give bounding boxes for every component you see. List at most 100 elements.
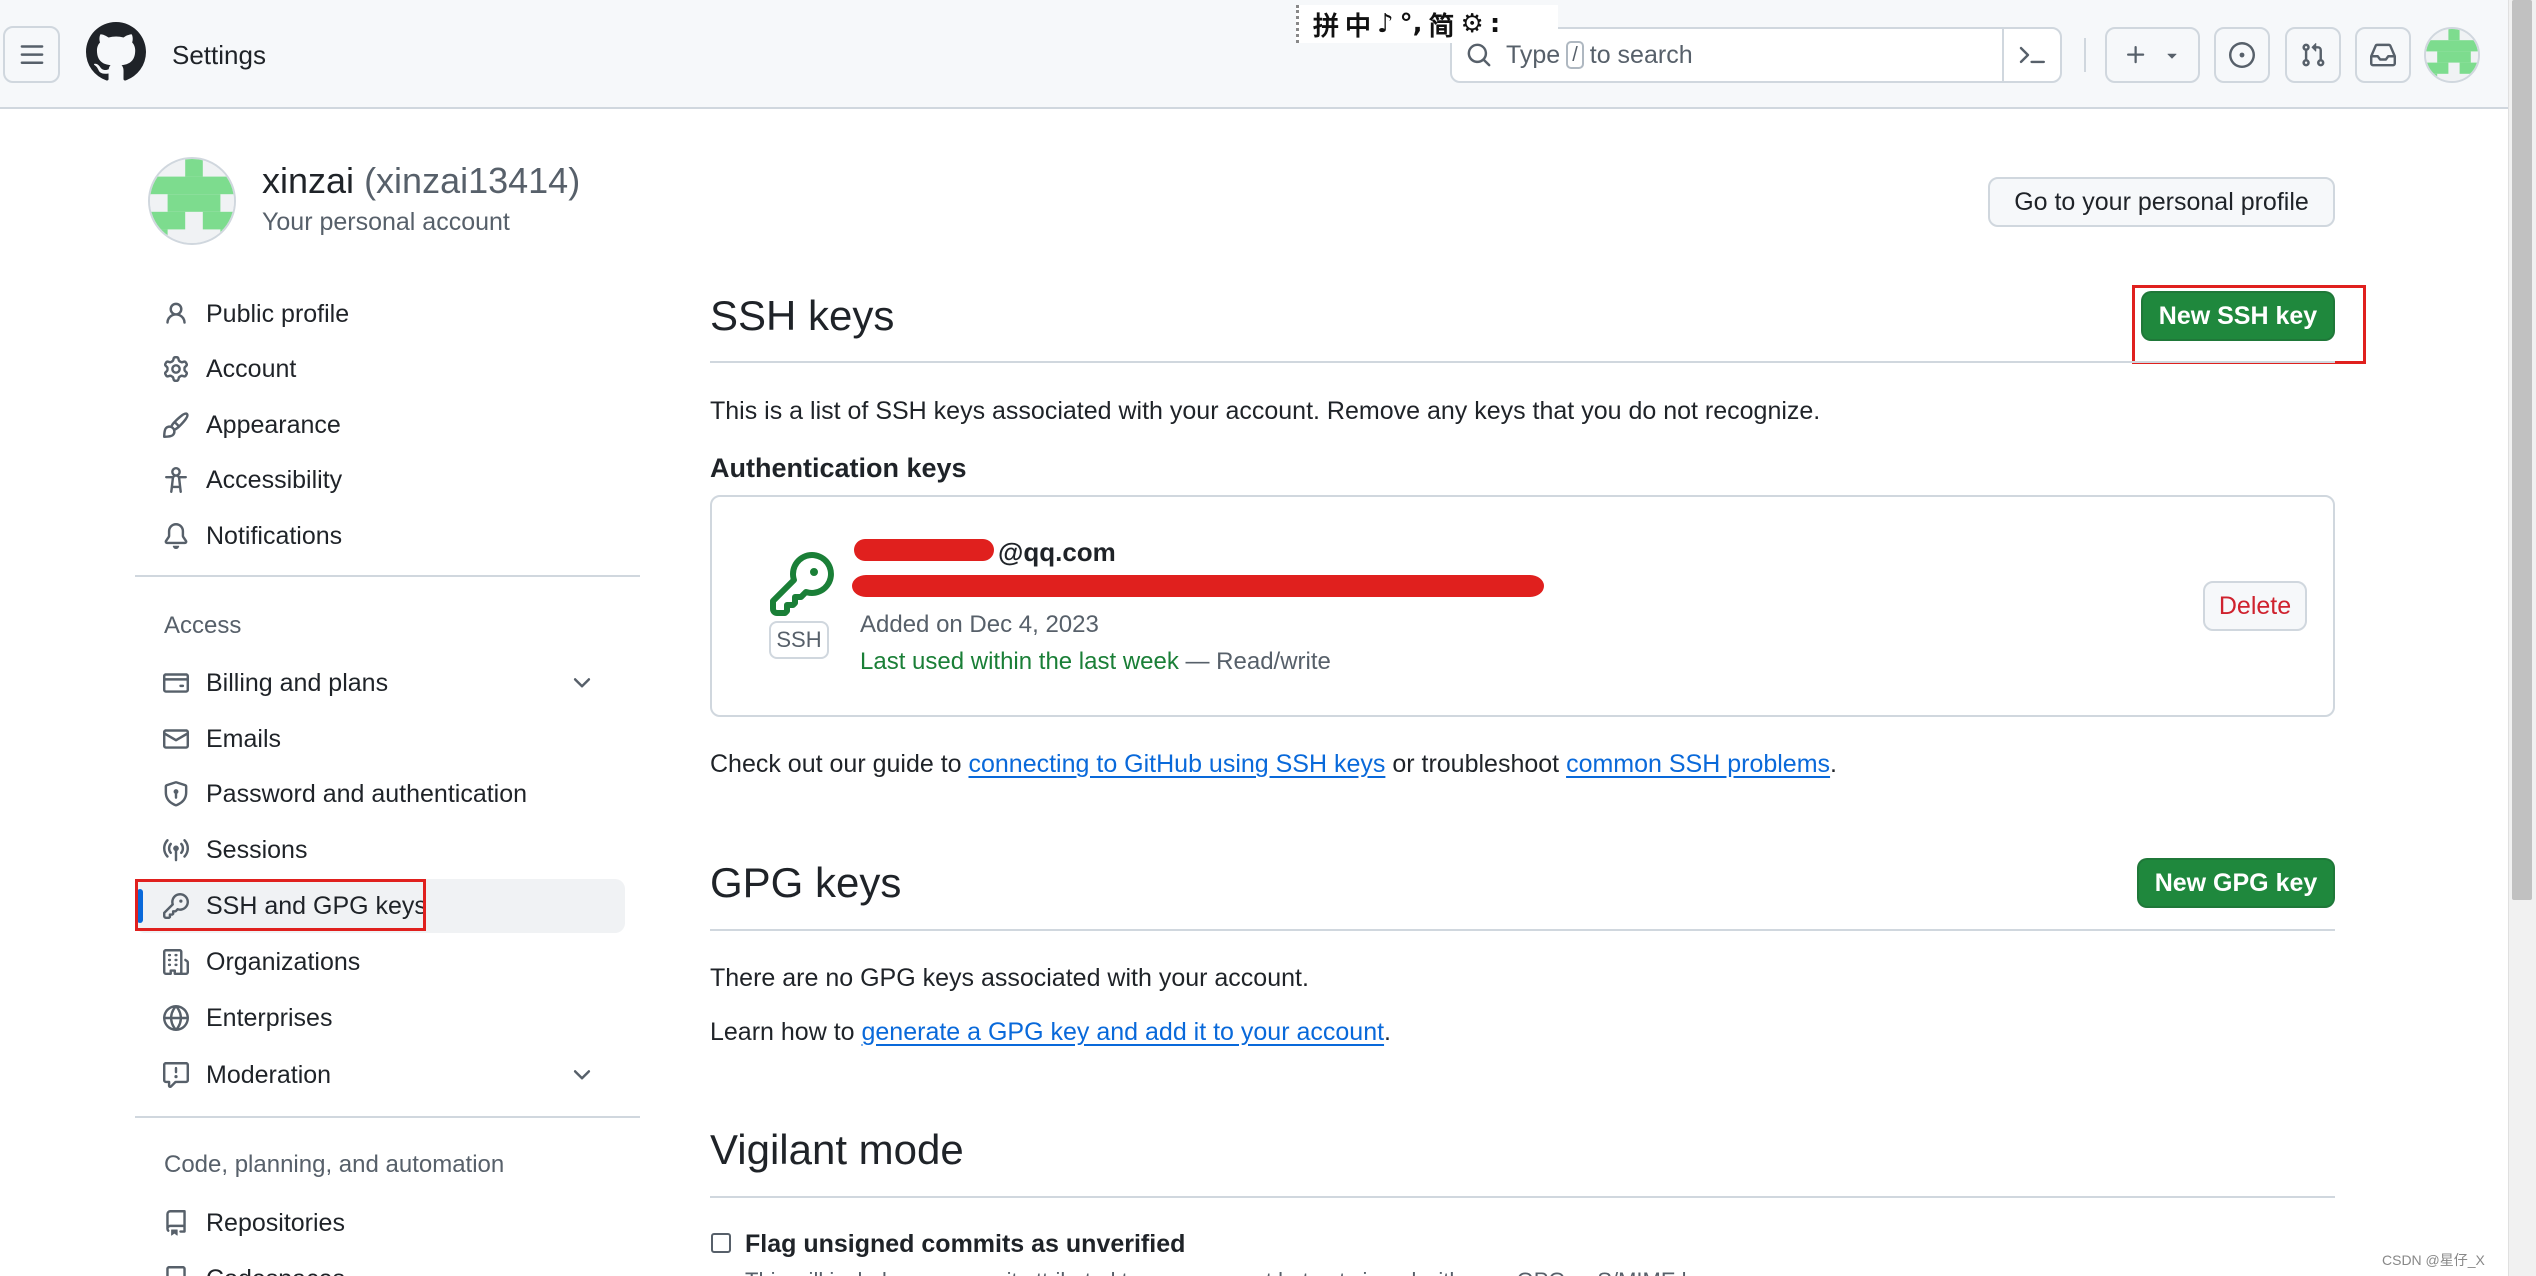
header-divider	[2084, 38, 2086, 72]
identicon-icon	[150, 159, 234, 243]
sidebar-item-organizations[interactable]: Organizations	[135, 935, 625, 989]
create-new-button[interactable]	[2105, 27, 2200, 83]
gear-icon	[162, 355, 190, 383]
profile-display-name: xinzai	[262, 160, 355, 201]
highlight-box-new-ssh	[2132, 285, 2366, 364]
sidebar-item-label: Public profile	[206, 299, 350, 328]
ssh-troubleshoot-link[interactable]: common SSH problems	[1566, 750, 1830, 778]
broadcast-icon	[162, 836, 190, 864]
credit-card-icon	[162, 669, 190, 697]
authentication-keys-heading: Authentication keys	[710, 453, 967, 483]
ssh-key-item: SSH @qq.com Added on Dec 4, 2023 Last us…	[710, 495, 2335, 717]
search-icon	[1467, 43, 1491, 67]
ime-more-icon[interactable]: :	[1490, 9, 1500, 39]
inbox-icon	[2370, 43, 2396, 67]
profile-avatar	[148, 157, 236, 245]
section-divider	[710, 929, 2335, 931]
ssh-description: This is a list of SSH keys associated wi…	[710, 397, 1821, 425]
chevron-down-icon[interactable]	[569, 670, 595, 696]
sidebar-section-code: Code, planning, and automation	[164, 1151, 505, 1178]
sidebar-item-sessions[interactable]: Sessions	[135, 823, 625, 877]
section-divider	[710, 361, 2335, 363]
ssh-key-usage: Last used within the last week — Read/wr…	[860, 648, 1331, 676]
ssh-guide-link[interactable]: connecting to GitHub using SSH keys	[969, 750, 1386, 778]
issue-opened-icon	[2229, 42, 2255, 68]
inbox-button[interactable]	[2355, 27, 2411, 83]
ssh-key-access: — Read/write	[1178, 648, 1331, 675]
sidebar-item-billing[interactable]: Billing and plans	[135, 656, 625, 710]
delete-ssh-key-button[interactable]: Delete	[2203, 581, 2307, 631]
ssh-badge: SSH	[769, 621, 829, 659]
hamburger-icon	[20, 44, 43, 64]
new-gpg-key-button[interactable]: New GPG key	[2137, 858, 2335, 908]
search-placeholder-suffix: to search	[1589, 40, 1693, 69]
ime-pinyin-icon[interactable]: 拼	[1313, 6, 1339, 43]
gpg-empty-message: There are no GPG keys associated with yo…	[710, 964, 1309, 992]
github-logo-icon[interactable]	[85, 22, 146, 82]
pull-requests-button[interactable]	[2285, 27, 2341, 83]
profile-name[interactable]: xinzai (xinzai13414)	[262, 160, 580, 202]
ime-chinese-icon[interactable]: 中	[1345, 6, 1371, 43]
sidebar-item-label: Moderation	[206, 1060, 332, 1089]
sidebar-item-label: Emails	[206, 724, 282, 753]
globe-icon	[162, 1004, 190, 1032]
sidebar-item-public-profile[interactable]: Public profile	[135, 287, 625, 341]
sidebar-item-enterprises[interactable]: Enterprises	[135, 991, 625, 1045]
bell-icon	[162, 522, 190, 550]
triangle-down-icon	[2166, 53, 2177, 59]
repo-icon	[162, 1209, 190, 1237]
user-avatar[interactable]	[2424, 27, 2480, 83]
issues-button[interactable]	[2214, 27, 2270, 83]
sidebar-divider	[135, 1116, 640, 1118]
command-palette-button[interactable]	[2002, 29, 2060, 81]
sidebar-item-accessibility[interactable]: Accessibility	[135, 453, 625, 507]
identicon-icon	[2426, 29, 2478, 81]
sidebar-item-label: Account	[206, 354, 297, 383]
sidebar-item-account[interactable]: Account	[135, 342, 625, 396]
shield-lock-icon	[162, 780, 190, 808]
sidebar-item-emails[interactable]: Emails	[135, 712, 625, 766]
terminal-icon	[2019, 46, 2045, 64]
search-shortcut-key: /	[1566, 41, 1584, 69]
global-header: Settings Type / to search 拼 中 ♪ °, 简 ⚙ :	[0, 0, 2508, 109]
sidebar-item-label: Repositories	[206, 1208, 345, 1237]
sidebar-item-notifications[interactable]: Notifications	[135, 509, 625, 563]
go-to-profile-button[interactable]: Go to your personal profile	[1988, 177, 2335, 227]
ime-toolbar[interactable]: 拼 中 ♪ °, 简 ⚙ :	[1296, 5, 1558, 43]
flag-unsigned-label[interactable]: Flag unsigned commits as unverified	[745, 1230, 1185, 1259]
gpg-learn-prefix: Learn how to	[710, 1018, 862, 1046]
sidebar-item-label: Appearance	[206, 410, 341, 439]
accessibility-icon	[162, 466, 190, 494]
sidebar-item-moderation[interactable]: Moderation	[135, 1048, 625, 1102]
search-placeholder-prefix: Type	[1506, 40, 1561, 69]
flag-unsigned-checkbox[interactable]	[711, 1233, 731, 1253]
organization-icon	[162, 948, 190, 976]
mail-icon	[162, 725, 190, 753]
sidebar-item-label: Sessions	[206, 835, 308, 864]
sidebar-item-label: Password and authentication	[206, 779, 528, 808]
redaction-mark-fingerprint	[852, 575, 1544, 597]
sidebar-item-password[interactable]: Password and authentication	[135, 767, 625, 821]
page-title[interactable]: Settings	[172, 40, 266, 71]
ime-settings-icon[interactable]: ⚙	[1461, 9, 1484, 39]
gpg-learn-link[interactable]: generate a GPG key and add it to your ac…	[862, 1018, 1385, 1046]
redaction-mark	[854, 539, 994, 561]
page-scrollbar[interactable]	[2508, 0, 2536, 1276]
sidebar-item-label: Notifications	[206, 521, 343, 550]
scrollbar-thumb[interactable]	[2512, 0, 2532, 900]
ime-simplified-icon[interactable]: 简	[1429, 6, 1455, 43]
vigilant-description: This will include any commit attributed …	[745, 1268, 1720, 1276]
ime-punct-icon[interactable]: °,	[1400, 9, 1423, 39]
sidebar-item-label: Enterprises	[206, 1003, 333, 1032]
sidebar-item-label: Billing and plans	[206, 668, 389, 697]
sidebar-item-codespaces[interactable]: Codespaces	[135, 1252, 625, 1276]
ime-moon-icon[interactable]: ♪	[1377, 9, 1394, 39]
menu-button[interactable]	[3, 26, 60, 83]
sidebar-item-appearance[interactable]: Appearance	[135, 398, 625, 452]
sidebar-item-repositories[interactable]: Repositories	[135, 1196, 625, 1250]
chevron-down-icon[interactable]	[569, 1062, 595, 1088]
codespaces-icon	[162, 1265, 190, 1276]
sidebar-item-label: Codespaces	[206, 1265, 345, 1276]
ssh-guide-mid: or troubleshoot	[1385, 750, 1567, 778]
vigilant-mode-heading: Vigilant mode	[710, 1126, 964, 1173]
